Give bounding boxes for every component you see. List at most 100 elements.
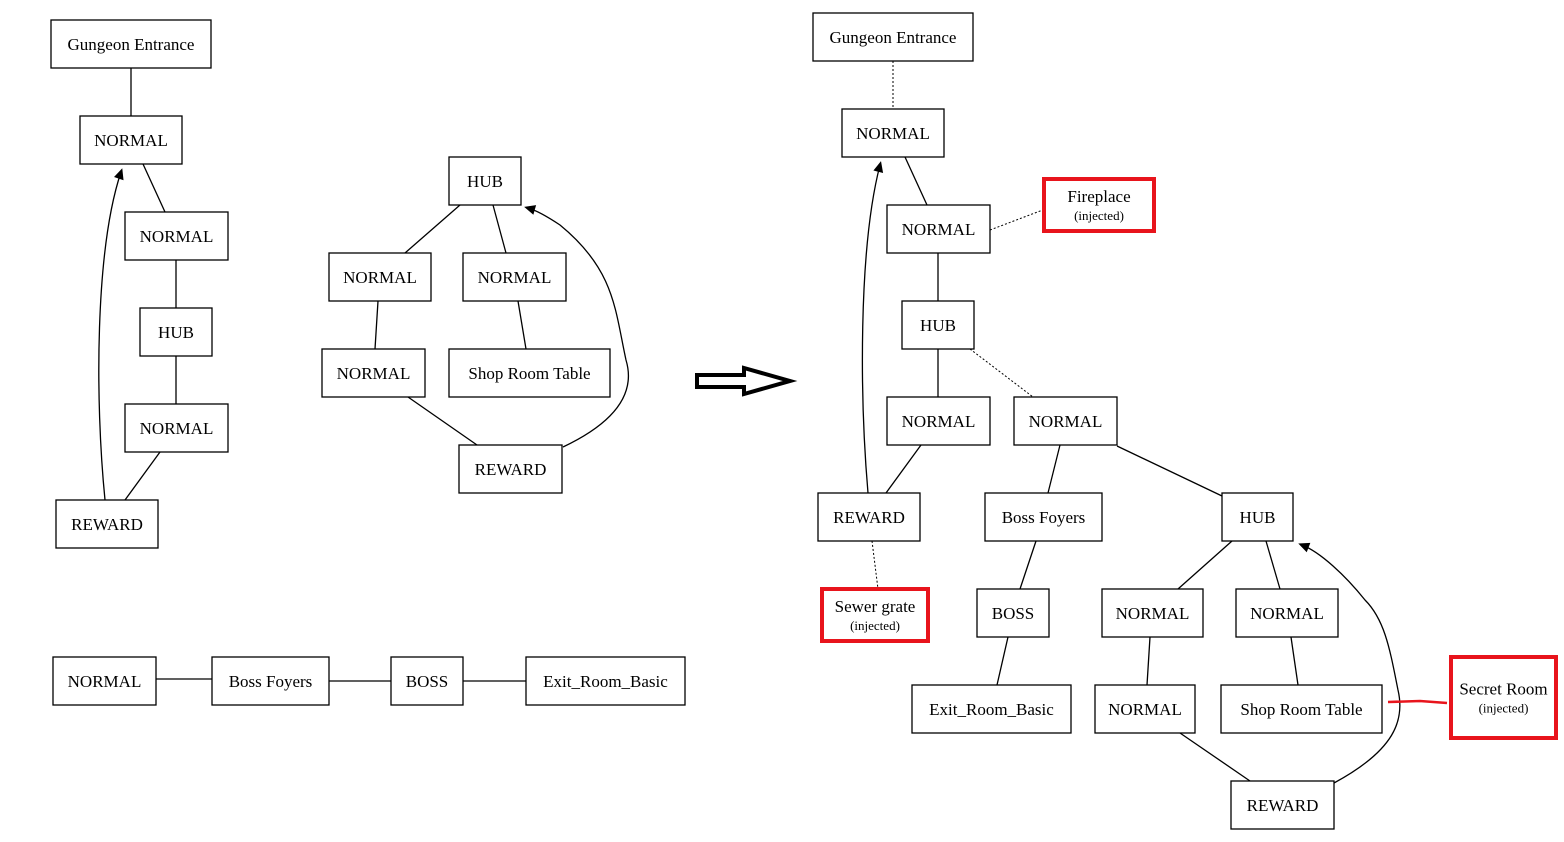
node-label: Shop Room Table	[1240, 700, 1362, 719]
node-label: Boss Foyers	[1002, 508, 1086, 527]
node-normal: NORMAL	[328, 252, 432, 302]
node-label: Gungeon Entrance	[68, 35, 195, 54]
node-boss: BOSS	[976, 588, 1050, 638]
node-label: NORMAL	[478, 268, 552, 287]
node-sublabel: (injected)	[850, 618, 900, 633]
edge-r4-r6	[969, 348, 1034, 398]
room-graph-diagram: Gungeon Entrance NORMAL NORMAL HUB NORMAL REW…	[50, 12, 1558, 830]
node-label: Exit_Room_Basic	[929, 700, 1054, 719]
node-gungeon-entrance: Gungeon Entrance	[812, 12, 974, 62]
edge-r3-f	[989, 207, 1049, 231]
node-fireplace: Fireplace (injected)	[1042, 177, 1156, 233]
arrowhead	[524, 205, 537, 215]
node-label: BOSS	[992, 604, 1035, 623]
edge-m3-m5	[517, 300, 527, 350]
edge-r9-r12	[1177, 540, 1233, 590]
node-secret-room: Secret Room (injected)	[1449, 655, 1558, 740]
edge-r9-r13	[1265, 540, 1281, 590]
edge-r15-x	[1387, 699, 1448, 705]
node-gungeon-entrance: Gungeon Entrance	[50, 19, 212, 69]
edge-m1-m3	[492, 204, 507, 254]
edge-r6-r9	[1116, 445, 1223, 497]
node-exit-room-basic: Exit_Room_Basic	[911, 684, 1072, 734]
node-label: NORMAL	[902, 220, 976, 239]
edge-m2-m4	[374, 300, 379, 350]
node-hub: HUB	[139, 307, 213, 357]
edge-l5-l6	[124, 451, 161, 501]
node-sublabel: (injected)	[1074, 208, 1124, 223]
edge-r6-r8	[1047, 444, 1061, 494]
edge-r10-r11	[996, 636, 1009, 686]
node-label: Sewer grate	[835, 597, 916, 616]
node-label: HUB	[467, 172, 503, 191]
node-reward: REWARD	[1230, 780, 1335, 830]
edge-m1-m2	[404, 204, 461, 254]
node-label: NORMAL	[902, 412, 976, 431]
node-label: Boss Foyers	[229, 672, 313, 691]
arrowhead	[873, 161, 884, 174]
edge-r8-r10	[1019, 540, 1037, 590]
node-label: HUB	[158, 323, 194, 342]
node-label: Gungeon Entrance	[830, 28, 957, 47]
node-normal: NORMAL	[124, 403, 229, 453]
node-reward: REWARD	[817, 492, 921, 542]
node-normal: NORMAL	[462, 252, 567, 302]
node-label: REWARD	[475, 460, 547, 479]
node-hub: HUB	[901, 300, 975, 350]
node-reward: REWARD	[458, 444, 563, 494]
node-normal: NORMAL	[1235, 588, 1339, 638]
edge-r5-r7	[885, 444, 922, 494]
node-boss-foyers: Boss Foyers	[984, 492, 1103, 542]
node-normal: NORMAL	[321, 348, 426, 398]
arrowhead	[114, 168, 124, 181]
edge-r7-r2	[861, 161, 884, 494]
node-normal: NORMAL	[1101, 588, 1204, 638]
node-label: NORMAL	[1029, 412, 1103, 431]
node-label: Shop Room Table	[468, 364, 590, 383]
node-hub: HUB	[1221, 492, 1294, 542]
node-reward: REWARD	[55, 499, 159, 549]
node-label: NORMAL	[1250, 604, 1324, 623]
node-label: NORMAL	[68, 672, 142, 691]
node-label: NORMAL	[140, 419, 214, 438]
edge-l2-l3	[142, 163, 166, 213]
node-exit-room-basic: Exit_Room_Basic	[525, 656, 686, 706]
edge-r14-r16	[1179, 732, 1251, 782]
node-hub: HUB	[448, 156, 522, 206]
node-label: HUB	[920, 316, 956, 335]
node-boss-foyers: Boss Foyers	[211, 656, 330, 706]
node-sewer-grate: Sewer grate (injected)	[820, 587, 930, 643]
edge-r16-r9	[1298, 542, 1401, 784]
node-boss: BOSS	[390, 656, 464, 706]
node-label: Secret Room	[1459, 680, 1547, 699]
node-label: NORMAL	[1116, 604, 1190, 623]
node-label: Exit_Room_Basic	[543, 672, 668, 691]
node-label: NORMAL	[856, 124, 930, 143]
node-label: BOSS	[406, 672, 449, 691]
right-arrow-icon	[695, 365, 798, 397]
edge-m6-m1	[524, 205, 630, 448]
node-shop-room-table: Shop Room Table	[1220, 684, 1383, 734]
node-normal: NORMAL	[1094, 684, 1196, 734]
node-normal: NORMAL	[841, 108, 945, 158]
node-label: NORMAL	[94, 131, 168, 150]
edge-l6-l2	[98, 168, 124, 501]
node-normal: NORMAL	[886, 396, 991, 446]
node-label: NORMAL	[343, 268, 417, 287]
node-sublabel: (injected)	[1479, 701, 1529, 716]
node-label: NORMAL	[337, 364, 411, 383]
node-label: NORMAL	[140, 227, 214, 246]
node-normal: NORMAL	[124, 211, 229, 261]
node-label: NORMAL	[1108, 700, 1182, 719]
edge-r2-r3	[904, 156, 928, 206]
edge-r12-r14	[1146, 636, 1151, 686]
node-normal: NORMAL	[1013, 396, 1118, 446]
node-normal: NORMAL	[886, 204, 991, 254]
node-shop-room-table: Shop Room Table	[448, 348, 611, 398]
edge-r7-s	[871, 540, 879, 590]
node-normal: NORMAL	[52, 656, 157, 706]
node-label: HUB	[1240, 508, 1276, 527]
node-label: Fireplace	[1067, 187, 1130, 206]
edge-m4-m6	[407, 396, 478, 446]
edge-r13-r15	[1290, 636, 1299, 686]
